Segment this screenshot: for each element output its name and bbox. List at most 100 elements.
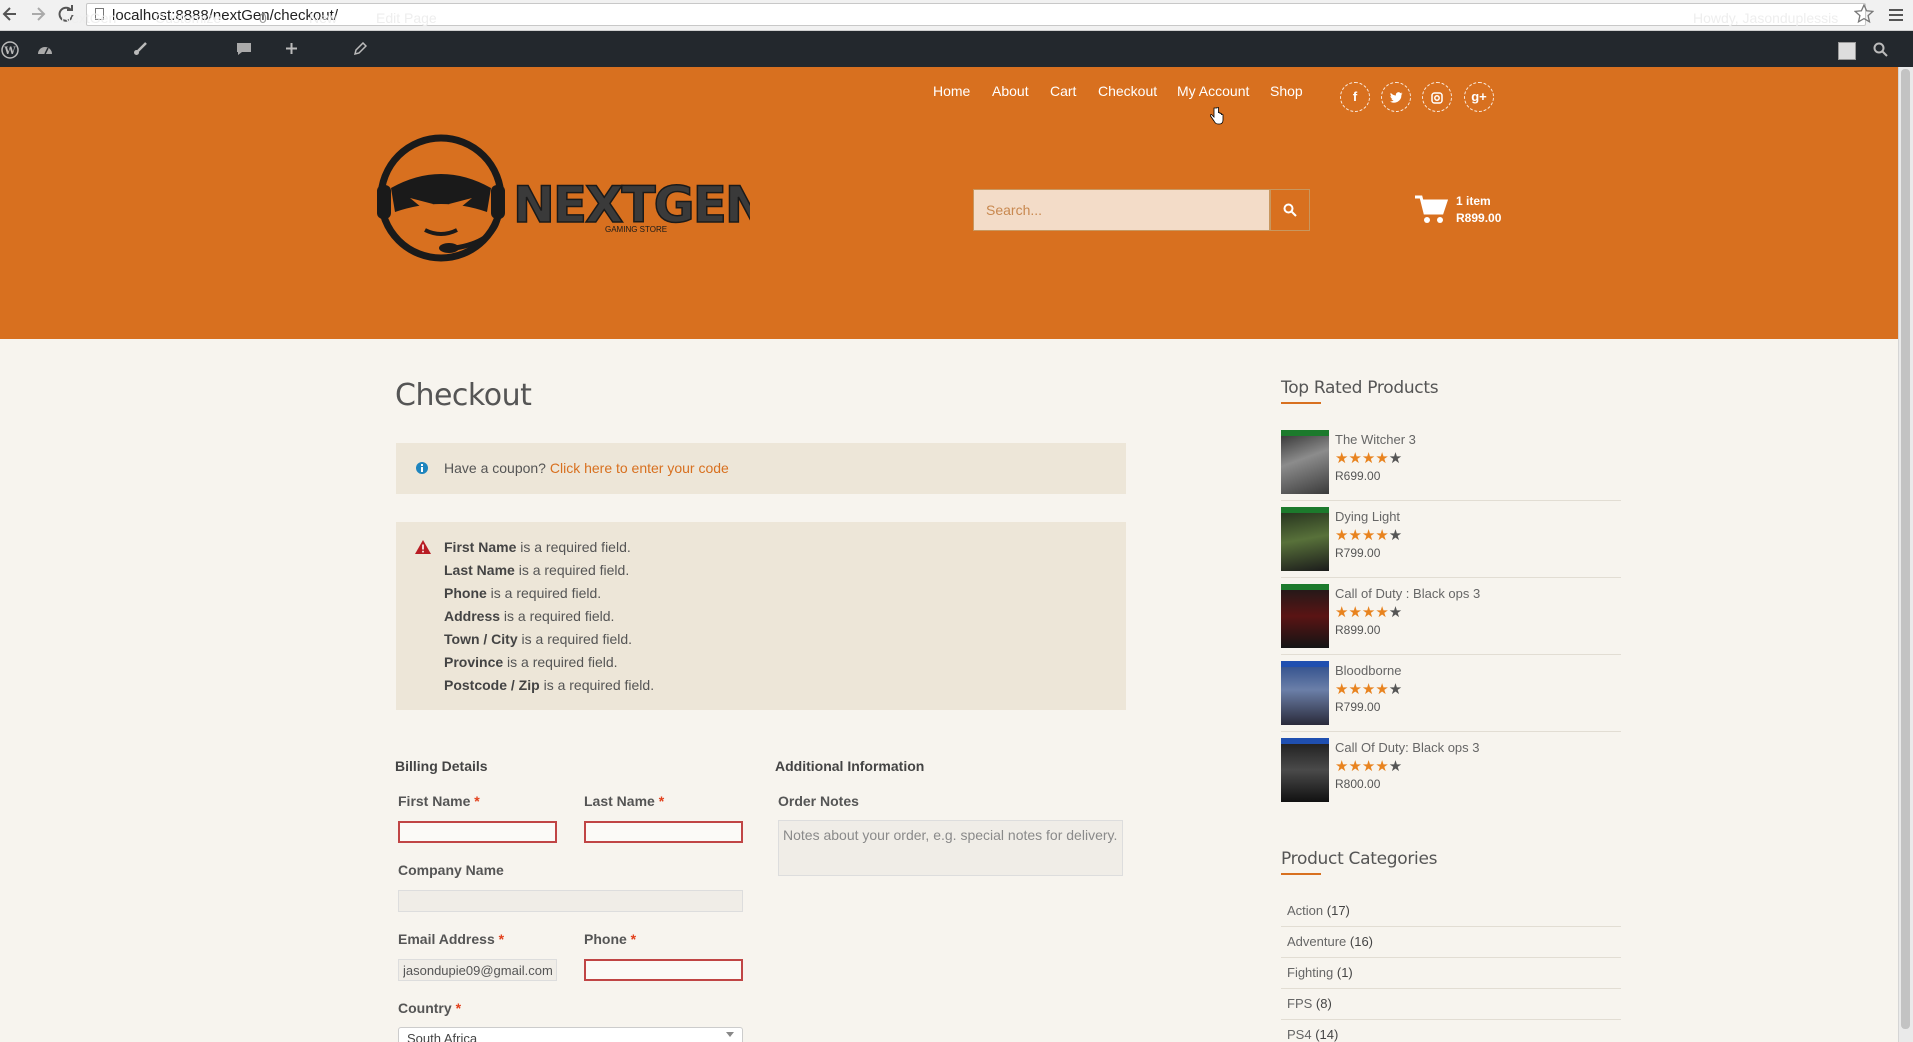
error-last-name: Last Name is a required field. [444, 562, 630, 578]
order-notes-field[interactable] [778, 820, 1123, 876]
admin-search-icon[interactable] [1873, 42, 1888, 62]
forward-button[interactable] [30, 5, 46, 29]
star-rating-icon: ★★★★★ [1335, 681, 1403, 698]
divider [1281, 926, 1621, 927]
error-postcode: Postcode / Zip is a required field. [444, 677, 655, 693]
brush-icon [133, 42, 147, 61]
comment-icon[interactable] [236, 42, 252, 61]
svg-text:W: W [3, 46, 16, 57]
divider [1281, 500, 1621, 501]
divider [1281, 654, 1621, 655]
plus-icon [285, 42, 298, 60]
additional-info-heading: Additional Information [775, 758, 925, 774]
scrollbar-thumb[interactable] [1901, 69, 1910, 1029]
phone-label: Phone * [584, 931, 637, 947]
error-first-name: First Name is a required field. [444, 539, 631, 555]
category-ps4[interactable]: PS4 (14) [1287, 1027, 1338, 1042]
product-name[interactable]: Call of Duty : Black ops 3 [1335, 586, 1480, 601]
admin-site-name[interactable]: NextGen [61, 10, 116, 26]
admin-howdy[interactable]: Howdy, Jasonduplessis [1693, 10, 1838, 26]
product-name[interactable]: The Witcher 3 [1335, 432, 1416, 447]
product-thumbnail-cod-xbox[interactable] [1281, 584, 1329, 648]
company-field[interactable] [398, 890, 743, 912]
star-rating-icon: ★★★★★ [1335, 450, 1403, 467]
divider [1281, 957, 1621, 958]
first-name-label: First Name * [398, 793, 480, 809]
product-thumbnail-witcher[interactable] [1281, 430, 1329, 494]
site-logo[interactable]: NEXTGEN GAMING STORE [375, 130, 767, 271]
menu-home[interactable]: Home [933, 83, 970, 99]
product-price: R799.00 [1335, 546, 1381, 560]
url-text[interactable]: localhost:8888/nextGen/checkout/ [112, 7, 338, 24]
site-header [0, 67, 1898, 339]
arrow-left-icon [2, 7, 16, 21]
cart-items: 1 item [1456, 194, 1491, 208]
category-fps[interactable]: FPS (8) [1287, 996, 1332, 1011]
facebook-icon[interactable]: f [1340, 82, 1370, 112]
bookmark-button[interactable] [1853, 3, 1875, 29]
product-price: R800.00 [1335, 777, 1381, 791]
comments-count[interactable]: 0 [259, 10, 267, 26]
menu-my-account[interactable]: My Account [1177, 83, 1249, 99]
arrow-right-icon [32, 7, 46, 21]
search-button[interactable] [1270, 189, 1310, 231]
menu-checkout[interactable]: Checkout [1098, 83, 1157, 99]
google-plus-icon[interactable]: g+ [1464, 82, 1494, 112]
info-icon [415, 461, 429, 480]
order-notes-label: Order Notes [778, 793, 859, 809]
menu-about[interactable]: About [992, 83, 1029, 99]
divider [1281, 577, 1621, 578]
phone-field[interactable] [584, 959, 743, 981]
menu-shop[interactable]: Shop [1270, 83, 1303, 99]
address-bar[interactable] [86, 3, 1866, 26]
company-label: Company Name [398, 862, 504, 878]
product-thumbnail-bloodborne[interactable] [1281, 661, 1329, 725]
coupon-message: Have a coupon? Click here to enter your … [444, 460, 729, 476]
product-name[interactable]: Call Of Duty: Black ops 3 [1335, 740, 1480, 755]
category-action[interactable]: Action (17) [1287, 903, 1350, 918]
product-name[interactable]: Bloodborne [1335, 663, 1402, 678]
dashboard-icon [37, 42, 53, 61]
last-name-field[interactable] [584, 821, 743, 843]
wordpress-logo-icon[interactable]: W [1, 41, 19, 64]
search-input[interactable] [973, 189, 1270, 231]
email-field[interactable] [398, 959, 557, 981]
product-thumbnail-dying-light[interactable] [1281, 507, 1329, 571]
mini-cart[interactable]: 1 item R899.00 [1456, 193, 1501, 227]
hamburger-icon [1889, 9, 1903, 21]
product-price: R799.00 [1335, 700, 1381, 714]
admin-new[interactable]: New [309, 10, 337, 26]
country-select[interactable]: South Africa [398, 1027, 743, 1042]
category-fighting[interactable]: Fighting (1) [1287, 965, 1353, 980]
divider [1281, 988, 1621, 989]
menu-cart[interactable]: Cart [1050, 83, 1076, 99]
product-name[interactable]: Dying Light [1335, 509, 1400, 524]
star-rating-icon: ★★★★★ [1335, 527, 1403, 544]
admin-edit-page[interactable]: Edit Page [376, 10, 437, 26]
back-button[interactable] [2, 5, 18, 29]
star-rating-icon: ★★★★★ [1335, 758, 1403, 775]
coupon-link[interactable]: Click here to enter your code [550, 460, 729, 476]
product-price: R899.00 [1335, 623, 1381, 637]
page-title: Checkout [395, 378, 532, 413]
chevron-down-icon [726, 1032, 734, 1037]
admin-customize[interactable]: Customize [155, 10, 221, 26]
instagram-icon[interactable] [1422, 82, 1452, 112]
cart-icon[interactable] [1414, 195, 1449, 230]
divider [1281, 731, 1621, 732]
browser-menu-button[interactable] [1888, 7, 1904, 28]
cart-total: R899.00 [1456, 211, 1502, 225]
first-name-field[interactable] [398, 821, 557, 843]
search-icon [1283, 203, 1297, 217]
star-rating-icon: ★★★★★ [1335, 604, 1403, 621]
warning-icon [415, 540, 431, 559]
error-province: Province is a required field. [444, 654, 618, 670]
error-phone: Phone is a required field. [444, 585, 602, 601]
error-town-city: Town / City is a required field. [444, 631, 633, 647]
product-price: R699.00 [1335, 469, 1381, 483]
product-thumbnail-cod-ps4[interactable] [1281, 738, 1329, 802]
avatar[interactable] [1838, 42, 1856, 60]
divider [1281, 1019, 1621, 1020]
twitter-icon[interactable] [1381, 82, 1411, 112]
category-adventure[interactable]: Adventure (16) [1287, 934, 1373, 949]
